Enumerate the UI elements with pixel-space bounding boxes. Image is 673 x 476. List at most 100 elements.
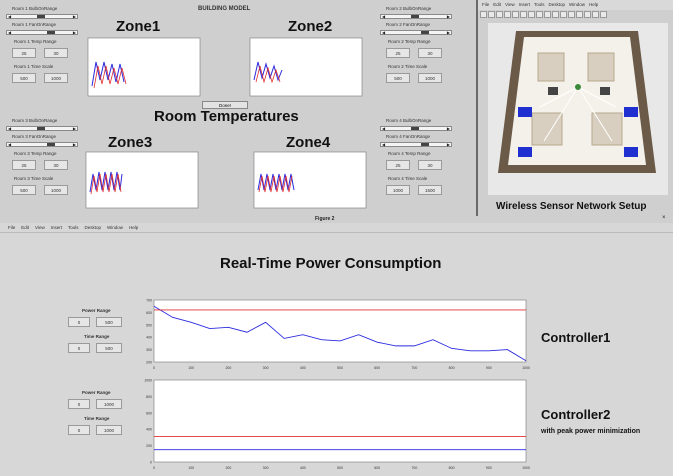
right-arrow-icon[interactable]: ▶ [447, 30, 450, 35]
toolbar-button[interactable] [504, 11, 511, 18]
menu-item[interactable]: File [8, 225, 15, 230]
menu-item[interactable]: Insert [51, 225, 62, 230]
temp-min-field[interactable]: 25 [386, 160, 410, 170]
right-arrow-icon[interactable]: ▶ [447, 14, 450, 19]
slider-thumb[interactable] [411, 15, 419, 18]
heat-slider[interactable]: ◀ ▶ [6, 14, 78, 19]
y-tick-label: 200 [146, 361, 152, 365]
fan-slider-label: Room 2 FanOnRange [386, 22, 431, 27]
menu-item[interactable]: Edit [493, 2, 501, 7]
slider-thumb[interactable] [37, 15, 45, 18]
right-arrow-icon[interactable]: ▶ [73, 14, 76, 19]
toolbar-button[interactable] [536, 11, 543, 18]
power-max-field[interactable]: 500 [96, 317, 122, 327]
toolbar-button[interactable] [576, 11, 583, 18]
menu-item[interactable]: Help [589, 2, 598, 7]
toolbar-button[interactable] [520, 11, 527, 18]
toolbar-button[interactable] [568, 11, 575, 18]
slider-thumb[interactable] [421, 143, 429, 146]
slider-thumb[interactable] [421, 31, 429, 34]
toolbar-button[interactable] [560, 11, 567, 18]
left-arrow-icon[interactable]: ◀ [8, 126, 11, 131]
temp-range-label: Room 2 Temp Range [388, 39, 431, 44]
time-min-field[interactable]: 500 [12, 185, 36, 195]
controller2-subtitle: with peak power minimization [541, 428, 641, 435]
slider-thumb[interactable] [47, 143, 55, 146]
time-min-field[interactable]: 0 [68, 343, 90, 353]
toolbar-button[interactable] [496, 11, 503, 18]
menu-item[interactable]: Window [107, 225, 123, 230]
toolbar-button[interactable] [552, 11, 559, 18]
room-temperatures-title: Room Temperatures [154, 108, 299, 125]
time-max-field[interactable]: 500 [96, 343, 122, 353]
time-min-field[interactable]: 0 [68, 425, 90, 435]
time-max-field[interactable]: 1000 [44, 185, 68, 195]
right-arrow-icon[interactable]: ▶ [73, 142, 76, 147]
fan-slider[interactable]: ◀ ▶ [6, 142, 78, 147]
close-icon[interactable]: × [662, 215, 666, 221]
power-max-field[interactable]: 1000 [96, 399, 122, 409]
power-min-field[interactable]: 0 [68, 399, 90, 409]
heat-slider[interactable]: ◀ ▶ [6, 126, 78, 131]
toolbar-button[interactable] [600, 11, 607, 18]
menu-item[interactable]: Window [569, 2, 585, 7]
toolbar-button[interactable] [584, 11, 591, 18]
left-arrow-icon[interactable]: ◀ [382, 142, 385, 147]
temp-max-field[interactable]: 30 [418, 160, 442, 170]
time-min-field[interactable]: 500 [12, 73, 36, 83]
temp-min-field[interactable]: 25 [12, 48, 36, 58]
power-consumption-heading: Real-Time Power Consumption [220, 255, 442, 272]
menu-item[interactable]: Insert [519, 2, 530, 7]
heat-slider[interactable]: ◀ ▶ [380, 14, 452, 19]
power-min-field[interactable]: 0 [68, 317, 90, 327]
right-arrow-icon[interactable]: ▶ [447, 126, 450, 131]
time-max-field[interactable]: 1000 [44, 73, 68, 83]
figure2-title: Figure 2 [315, 216, 335, 222]
toolbar-button[interactable] [528, 11, 535, 18]
left-arrow-icon[interactable]: ◀ [382, 126, 385, 131]
wsn-window: File Edit View Insert Tools Desktop Window Help… [478, 0, 673, 216]
toolbar-button[interactable] [488, 11, 495, 18]
menu-item[interactable]: Tools [68, 225, 79, 230]
right-arrow-icon[interactable]: ▶ [73, 126, 76, 131]
time-max-field[interactable]: 1000 [96, 425, 122, 435]
time-max-field[interactable]: 1500 [418, 185, 442, 195]
menu-item[interactable]: Desktop [549, 2, 566, 7]
slider-thumb[interactable] [47, 31, 55, 34]
time-min-field[interactable]: 1000 [386, 185, 410, 195]
toolbar-button[interactable] [480, 11, 487, 18]
toolbar-button[interactable] [592, 11, 599, 18]
fan-slider[interactable]: ◀ ▶ [6, 30, 78, 35]
left-arrow-icon[interactable]: ◀ [382, 14, 385, 19]
left-arrow-icon[interactable]: ◀ [8, 142, 11, 147]
left-arrow-icon[interactable]: ◀ [8, 30, 11, 35]
menu-item[interactable]: Desktop [85, 225, 102, 230]
temp-max-field[interactable]: 30 [44, 160, 68, 170]
toolbar-button[interactable] [544, 11, 551, 18]
left-arrow-icon[interactable]: ◀ [8, 14, 11, 19]
menu-item[interactable]: View [505, 2, 515, 7]
menu-item[interactable]: File [482, 2, 489, 7]
menu-item[interactable]: Tools [534, 2, 545, 7]
fan-slider-label: Room 3 FanOnRange [12, 134, 57, 139]
time-max-field[interactable]: 1000 [418, 73, 442, 83]
temp-min-field[interactable]: 25 [386, 48, 410, 58]
fan-slider[interactable]: ◀ ▶ [380, 30, 452, 35]
slider-thumb[interactable] [411, 127, 419, 130]
menu-item[interactable]: Edit [21, 225, 29, 230]
heat-slider[interactable]: ◀ ▶ [380, 126, 452, 131]
menu-item[interactable]: Help [129, 225, 138, 230]
menu-item[interactable]: View [35, 225, 45, 230]
fan-slider[interactable]: ◀ ▶ [380, 142, 452, 147]
slider-thumb[interactable] [37, 127, 45, 130]
time-min-field[interactable]: 500 [386, 73, 410, 83]
temp-max-field[interactable]: 30 [418, 48, 442, 58]
zone3-title: Zone3 [108, 134, 153, 151]
x-tick-label: 300 [263, 466, 269, 470]
right-arrow-icon[interactable]: ▶ [447, 142, 450, 147]
left-arrow-icon[interactable]: ◀ [382, 30, 385, 35]
right-arrow-icon[interactable]: ▶ [73, 30, 76, 35]
temp-max-field[interactable]: 30 [44, 48, 68, 58]
toolbar-button[interactable] [512, 11, 519, 18]
temp-min-field[interactable]: 25 [12, 160, 36, 170]
